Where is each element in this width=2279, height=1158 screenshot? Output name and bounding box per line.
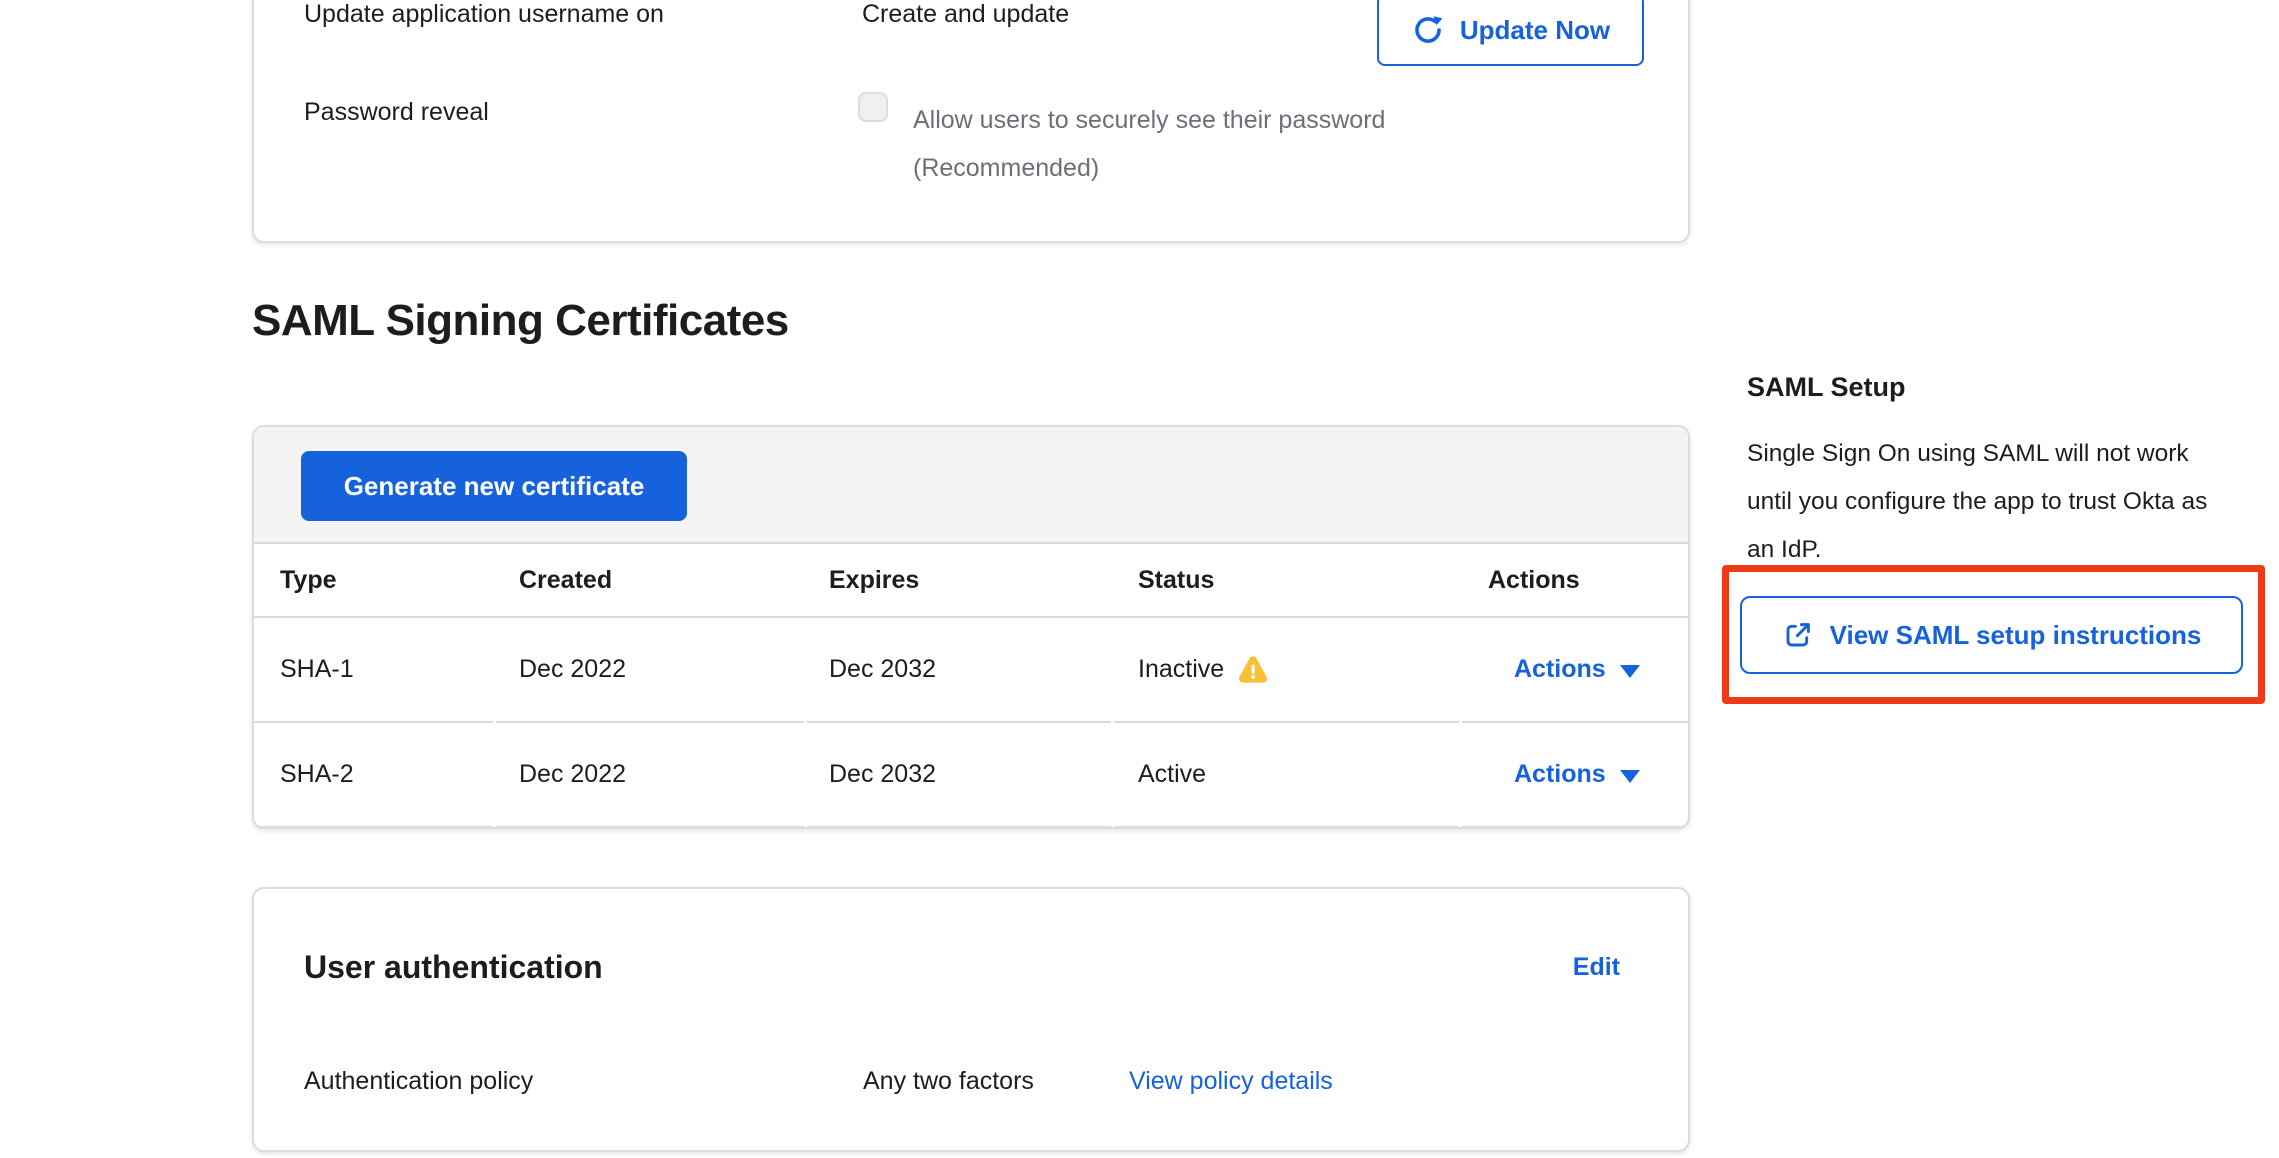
certificates-card: Generate new certificate Type Created Ex… [252,425,1690,829]
user-authentication-title: User authentication [304,949,603,986]
authentication-policy-value: Any two factors [863,1067,1034,1096]
user-authentication-card: User authentication Edit Authentication … [252,887,1690,1152]
actions-dropdown-sha1[interactable]: Actions [1514,655,1640,684]
actions-label: Actions [1514,655,1606,684]
cert-status-cell: Inactive [1114,618,1459,723]
warning-icon [1238,656,1268,684]
column-header-type: Type [254,566,496,595]
actions-label: Actions [1514,760,1606,789]
password-reveal-checkbox[interactable] [858,92,888,122]
saml-setup-title: SAML Setup [1747,372,1906,403]
username-update-label: Update application username on [304,0,664,29]
update-now-button[interactable]: Update Now [1377,0,1644,66]
cert-actions-cell: Actions [1462,618,1688,723]
cert-type-cell: SHA-1 [254,618,493,723]
generate-new-certificate-button[interactable]: Generate new certificate [301,451,687,521]
app-settings-card: Update application username on Create an… [252,0,1690,243]
cert-created-cell: Dec 2022 [496,618,804,723]
caret-down-icon [1620,770,1640,783]
password-reveal-checkbox-label: Allow users to securely see their passwo… [913,96,1553,192]
column-header-expires: Expires [807,566,1114,595]
saml-signing-certificates-title: SAML Signing Certificates [252,296,789,346]
column-header-status: Status [1114,566,1462,595]
actions-dropdown-sha2[interactable]: Actions [1514,760,1640,789]
external-link-icon [1782,619,1814,651]
view-saml-setup-instructions-label: View SAML setup instructions [1830,620,2202,651]
authentication-policy-label: Authentication policy [304,1067,533,1096]
cert-status-cell: Active [1114,723,1459,828]
refresh-icon [1411,13,1445,47]
saml-setup-description: Single Sign On using SAML will not work … [1747,430,2237,574]
username-update-value: Create and update [862,0,1069,29]
cert-type-cell: SHA-2 [254,723,493,828]
status-text: Active [1138,760,1206,789]
status-text: Inactive [1138,655,1224,684]
table-row-sha2: SHA-2 Dec 2022 Dec 2032 Active Actions [254,723,1688,828]
edit-link[interactable]: Edit [1573,953,1620,982]
cert-created-cell: Dec 2022 [496,723,804,828]
password-reveal-label: Password reveal [304,98,489,127]
update-now-label: Update Now [1460,15,1610,46]
certificates-card-header: Generate new certificate [254,427,1688,544]
certificates-table-header: Type Created Expires Status Actions [254,544,1688,618]
cert-expires-cell: Dec 2032 [807,723,1111,828]
generate-new-certificate-label: Generate new certificate [344,471,645,502]
view-saml-setup-instructions-button[interactable]: View SAML setup instructions [1740,596,2243,674]
caret-down-icon [1620,665,1640,678]
cert-actions-cell: Actions [1462,723,1688,828]
column-header-actions: Actions [1462,566,1688,595]
table-row-sha1: SHA-1 Dec 2022 Dec 2032 Inactive Actions [254,618,1688,723]
view-policy-details-link[interactable]: View policy details [1129,1067,1333,1096]
okta-app-settings-page: Update application username on Create an… [0,0,2279,1158]
column-header-created: Created [496,566,807,595]
cert-expires-cell: Dec 2032 [807,618,1111,723]
